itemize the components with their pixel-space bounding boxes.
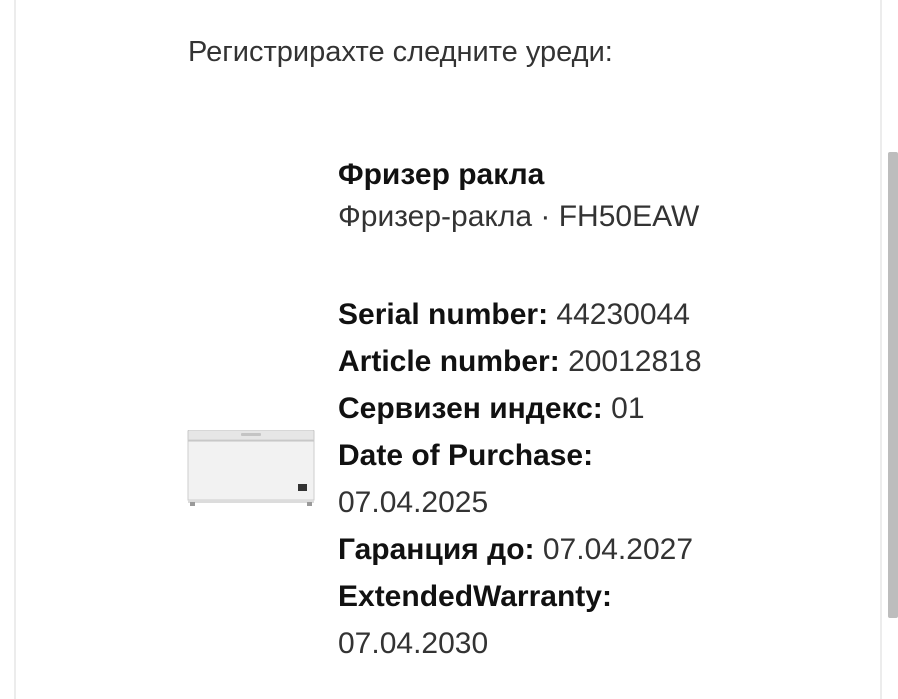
purchase-date-value-row: 07.04.2025: [338, 479, 702, 526]
content-left-border: [14, 0, 16, 699]
article-number-label: Article number:: [338, 345, 560, 378]
device-name: Фризер ракла: [338, 158, 545, 191]
device-type-model: Фризер-ракла · FH50EAW: [338, 200, 700, 233]
warranty-value: 07.04.2027: [542, 533, 694, 566]
chest-freezer-image: [187, 430, 315, 506]
extended-warranty-label-row: ExtendedWarranty:: [338, 573, 702, 620]
service-index-row: Сервизен индекс: 01: [338, 385, 702, 432]
serial-number-value: 44230044: [556, 298, 690, 331]
extended-warranty-label: ExtendedWarranty:: [338, 580, 612, 613]
service-index-label: Сервизен индекс:: [338, 392, 603, 425]
service-index-value: 01: [611, 392, 645, 425]
article-number-value: 20012818: [568, 345, 702, 378]
serial-number-label: Serial number:: [338, 298, 549, 331]
article-number-row: Article number: 20012818: [338, 338, 702, 385]
content-right-border: [880, 0, 882, 699]
extended-warranty-value: 07.04.2030: [338, 627, 489, 660]
serial-number-row: Serial number: 44230044: [338, 291, 702, 338]
extended-warranty-value-row: 07.04.2030: [338, 620, 702, 667]
purchase-date-label: Date of Purchase:: [338, 439, 594, 472]
device-info: Фризер ракла Фризер-ракла · FH50EAW Seri…: [338, 155, 702, 667]
warranty-label: Гаранция до:: [338, 533, 535, 566]
warranty-row: Гаранция до: 07.04.2027: [338, 526, 702, 573]
purchase-date-label-row: Date of Purchase:: [338, 432, 702, 479]
purchase-date-value: 07.04.2025: [338, 486, 489, 519]
intro-text: Регистрирахте следните уреди:: [188, 36, 613, 68]
scrollbar-thumb[interactable]: [888, 152, 898, 618]
